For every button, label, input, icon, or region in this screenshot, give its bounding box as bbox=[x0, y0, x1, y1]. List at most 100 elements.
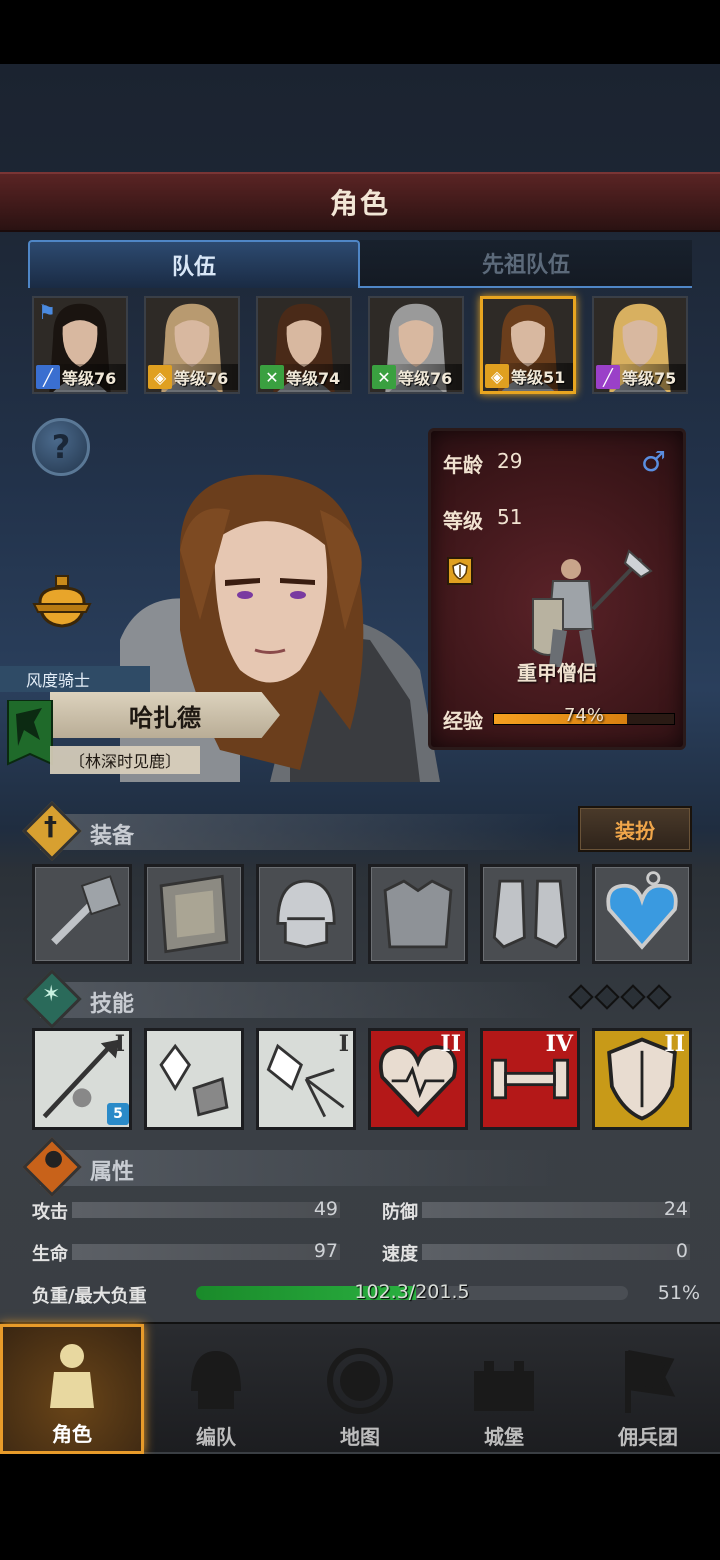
member-level: 等级76 bbox=[62, 369, 117, 388]
shield-icon: ◈ bbox=[148, 365, 172, 389]
member-level: 等级76 bbox=[174, 369, 229, 388]
roster-member[interactable]: ✕ 等级76 bbox=[368, 296, 464, 394]
nav-label: 城堡 bbox=[484, 1425, 524, 1449]
bow-icon: ✕ bbox=[372, 365, 396, 389]
level-row: ✕ 等级76 bbox=[370, 364, 462, 390]
age-label: 年龄 bbox=[443, 453, 483, 477]
staff-icon: ╱ bbox=[596, 365, 620, 389]
exp-value: 74% bbox=[563, 705, 604, 726]
nav-label: 编队 bbox=[196, 1425, 236, 1449]
level-label: 等级 bbox=[443, 509, 483, 533]
skill-rank: I bbox=[114, 1031, 125, 1057]
skill-slot[interactable] bbox=[144, 1028, 244, 1130]
skill-slot[interactable]: II bbox=[368, 1028, 468, 1130]
equipment-slot[interactable] bbox=[256, 864, 356, 964]
help-button[interactable]: ? bbox=[32, 418, 90, 476]
shield-icon: ◈ bbox=[485, 364, 509, 388]
hp-label: 生命 bbox=[32, 1244, 68, 1265]
skill-rank: IV bbox=[545, 1031, 573, 1057]
guild-banner-icon bbox=[7, 700, 53, 766]
equipment-slot[interactable] bbox=[368, 864, 468, 964]
equipment-slot[interactable] bbox=[480, 864, 580, 964]
equipment-slot[interactable] bbox=[592, 864, 692, 964]
attack-label: 攻击 bbox=[32, 1202, 68, 1223]
nav-label: 地图 bbox=[340, 1425, 380, 1449]
helmet-icon bbox=[191, 1351, 241, 1409]
castle-icon bbox=[474, 1361, 534, 1411]
character-title: 风度骑士 bbox=[0, 666, 150, 692]
attributes-label: 属性 bbox=[90, 1160, 135, 1185]
skill-charge-badge: 5 bbox=[107, 1103, 129, 1125]
equipment-slot[interactable] bbox=[32, 864, 132, 964]
heart-amulet-icon bbox=[606, 871, 678, 950]
diamond-icon bbox=[620, 984, 646, 1010]
defense-label: 防御 bbox=[382, 1202, 418, 1223]
tab-ancestor-team[interactable]: 先祖队伍 bbox=[360, 240, 692, 288]
roster-member[interactable]: ◈ 等级51 bbox=[480, 296, 576, 394]
skill-rank: II bbox=[440, 1031, 461, 1057]
person-glyph: ● bbox=[44, 1146, 64, 1171]
load-label: 负重/最大负重 bbox=[32, 1286, 147, 1307]
nav-compass-map[interactable]: 地图 bbox=[288, 1324, 432, 1454]
exp-label: 经验 bbox=[443, 709, 483, 733]
roster-member[interactable]: ⚑ ╱ 等级76 bbox=[32, 296, 128, 394]
system-nav-area bbox=[0, 1454, 720, 1560]
banner-icon bbox=[625, 1350, 676, 1413]
age-value: 29 bbox=[497, 449, 523, 473]
level-row: ✕ 等级74 bbox=[258, 364, 350, 390]
tab-team[interactable]: 队伍 bbox=[28, 240, 360, 288]
class-name: 重甲僧侣 bbox=[517, 661, 597, 685]
sword-icon: ╱ bbox=[36, 365, 60, 389]
nav-label: 佣兵团 bbox=[618, 1425, 678, 1449]
level-row: ◈ 等级76 bbox=[146, 364, 238, 390]
roster-member[interactable]: ◈ 等级76 bbox=[144, 296, 240, 394]
skill-slot[interactable]: II bbox=[592, 1028, 692, 1130]
page-title: 角色 bbox=[0, 172, 720, 232]
skill-slot[interactable]: IV bbox=[480, 1028, 580, 1130]
compass-map-icon bbox=[327, 1348, 393, 1414]
roster-member[interactable]: ╱ 等级75 bbox=[592, 296, 688, 394]
outfit-button[interactable]: 装扮 bbox=[578, 806, 692, 852]
nav-label: 角色 bbox=[52, 1422, 92, 1446]
member-level: 等级74 bbox=[286, 369, 341, 388]
level-value: 51 bbox=[497, 505, 523, 529]
member-level: 等级76 bbox=[398, 369, 453, 388]
load-value: 102.3/201.5 bbox=[354, 1281, 470, 1303]
nav-knight[interactable]: 角色 bbox=[0, 1324, 144, 1454]
level-row: ╱ 等级75 bbox=[594, 364, 686, 390]
crystal-heal-icon bbox=[159, 1043, 229, 1117]
skills-label: 技能 bbox=[90, 992, 135, 1017]
flag-icon: ⚑ bbox=[38, 300, 56, 324]
character-subtitle: 〔林深时见鹿〕 bbox=[50, 746, 200, 774]
potion-icon[interactable] bbox=[30, 574, 94, 634]
nav-helmet[interactable]: 编队 bbox=[144, 1324, 288, 1454]
skill-rank: II bbox=[664, 1031, 685, 1057]
character-info-panel: 年龄 29 ♂ 等级 51 重甲僧侣 经验 74% bbox=[428, 428, 686, 750]
diamond-icon bbox=[646, 984, 672, 1010]
chest-armor-icon bbox=[383, 879, 453, 949]
bow-icon: ✕ bbox=[260, 365, 284, 389]
load-percent: 51% bbox=[657, 1282, 700, 1304]
equipment-slot[interactable] bbox=[144, 864, 244, 964]
nav-banner[interactable]: 佣兵团 bbox=[576, 1324, 720, 1454]
skill-slot[interactable]: I bbox=[256, 1028, 356, 1130]
helmet-icon bbox=[276, 879, 336, 949]
speed-value: 0 bbox=[675, 1240, 688, 1262]
character-name: 哈扎德 bbox=[50, 692, 280, 738]
diamond-icon bbox=[568, 984, 594, 1010]
attack-value: 49 bbox=[313, 1198, 338, 1220]
member-level: 等级75 bbox=[622, 369, 677, 388]
status-bar bbox=[0, 0, 720, 64]
hp-value: 97 bbox=[313, 1240, 338, 1262]
roster-member[interactable]: ✕ 等级74 bbox=[256, 296, 352, 394]
equipment-label: 装备 bbox=[90, 824, 135, 849]
member-level: 等级51 bbox=[511, 368, 566, 387]
defense-value: 24 bbox=[663, 1198, 688, 1220]
skill-slot[interactable]: I5 bbox=[32, 1028, 132, 1130]
level-row: ◈ 等级51 bbox=[483, 363, 573, 389]
skill-points bbox=[568, 984, 692, 1010]
knight-icon bbox=[50, 1344, 94, 1408]
hammer-icon bbox=[51, 875, 121, 945]
speed-label: 速度 bbox=[382, 1244, 418, 1265]
nav-castle[interactable]: 城堡 bbox=[432, 1324, 576, 1454]
